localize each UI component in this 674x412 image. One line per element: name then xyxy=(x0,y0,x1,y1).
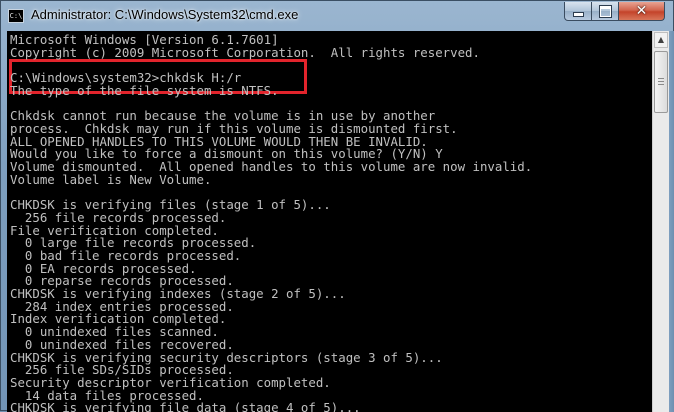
window-controls: ✕ xyxy=(564,2,665,22)
cmd-app-icon[interactable]: C:\ xyxy=(8,9,24,23)
window-frame-right xyxy=(669,31,674,412)
console-line: Volume label is New Volume. xyxy=(10,171,212,187)
cmd-window: C:\ Administrator: C:\Windows\System32\c… xyxy=(0,0,674,412)
console-line: The type of the file system is NTFS. xyxy=(10,82,279,98)
thumb-grip xyxy=(658,84,664,85)
maximize-icon xyxy=(599,5,611,17)
close-button[interactable]: ✕ xyxy=(619,2,665,21)
vertical-scrollbar[interactable]: ▲ xyxy=(652,31,669,412)
close-icon: ✕ xyxy=(635,3,648,19)
console-line: Copyright (c) 2009 Microsoft Corporation… xyxy=(10,44,480,60)
minimize-button[interactable] xyxy=(564,2,592,21)
scroll-thumb[interactable] xyxy=(654,51,668,113)
minimize-icon xyxy=(572,11,584,17)
window-title: Administrator: C:\Windows\System32\cmd.e… xyxy=(31,7,299,22)
thumb-grip xyxy=(658,81,664,82)
thumb-grip xyxy=(658,78,664,79)
title-bar[interactable]: C:\ Administrator: C:\Windows\System32\c… xyxy=(1,1,673,31)
maximize-button[interactable] xyxy=(592,2,619,21)
scroll-up-arrow-icon[interactable]: ▲ xyxy=(654,32,668,48)
console-output[interactable]: Microsoft Windows [Version 6.1.7601] Copy… xyxy=(7,31,652,412)
